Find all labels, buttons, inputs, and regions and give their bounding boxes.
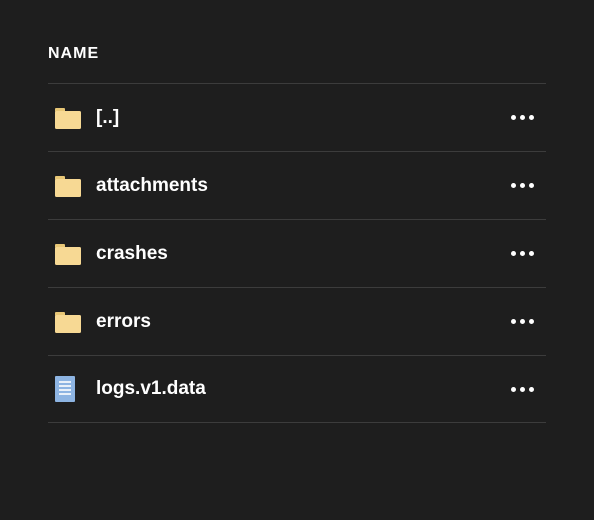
item-name: [..]: [96, 107, 498, 129]
folder-icon: [48, 242, 96, 266]
item-name: attachments: [96, 175, 498, 197]
list-item[interactable]: attachments: [48, 151, 546, 219]
more-actions-button[interactable]: [498, 319, 546, 324]
folder-icon: [48, 174, 96, 198]
item-name: errors: [96, 311, 498, 333]
list-item[interactable]: errors: [48, 287, 546, 355]
list-item[interactable]: [..]: [48, 83, 546, 151]
column-header-label: NAME: [48, 45, 99, 62]
more-actions-button[interactable]: [498, 387, 546, 392]
list-item[interactable]: crashes: [48, 219, 546, 287]
more-actions-button[interactable]: [498, 251, 546, 256]
more-actions-button[interactable]: [498, 115, 546, 120]
list-item[interactable]: logs.v1.data: [48, 355, 546, 423]
file-icon: [48, 375, 96, 403]
file-list: [..] attachments crashes errors logs.v1.…: [48, 83, 546, 423]
more-actions-button[interactable]: [498, 183, 546, 188]
item-name: crashes: [96, 243, 498, 265]
folder-icon: [48, 310, 96, 334]
item-name: logs.v1.data: [96, 378, 498, 400]
column-header-name: NAME: [48, 45, 546, 83]
folder-icon: [48, 106, 96, 130]
